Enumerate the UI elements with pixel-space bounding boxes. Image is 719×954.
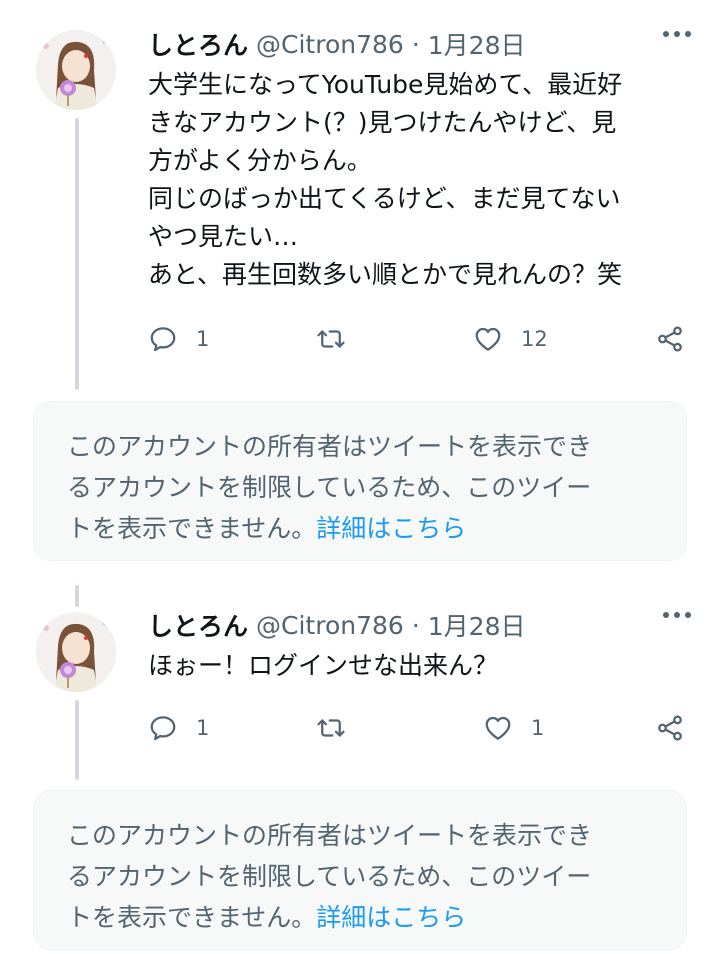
reply-count: 1: [196, 716, 210, 740]
tweet-header: しとろん @Citron786 · 1月28日: [148, 608, 691, 642]
user-handle[interactable]: @Citron786: [256, 611, 404, 640]
tweet-actions: 1 1: [148, 708, 688, 748]
retweet-button[interactable]: [316, 324, 364, 354]
reply-count: 1: [196, 327, 210, 351]
reply-icon: [150, 716, 176, 741]
like-count: 1: [531, 716, 545, 740]
tweet-date[interactable]: 1月28日: [428, 607, 526, 643]
display-name[interactable]: しとろん: [148, 26, 248, 62]
learn-more-link[interactable]: 詳細はこちら: [316, 514, 466, 543]
retweet-button[interactable]: [316, 713, 364, 743]
restricted-tweet-notice: このアカウントの所有者はツイートを表示でき るアカウントを制限しているため、この…: [33, 401, 687, 561]
display-name[interactable]: しとろん: [148, 607, 248, 643]
like-icon: [475, 327, 501, 351]
tweet-header: しとろん @Citron786 · 1月28日: [148, 27, 691, 61]
share-button[interactable]: [655, 324, 685, 354]
thread-line: [75, 118, 79, 390]
reply-button[interactable]: 1: [148, 713, 209, 743]
more-icon[interactable]: [663, 612, 691, 618]
like-icon: [485, 716, 511, 740]
retweet-icon: [317, 719, 345, 737]
share-button[interactable]: [655, 713, 685, 743]
like-count: 12: [521, 327, 548, 351]
share-icon: [658, 715, 682, 741]
more-icon[interactable]: [663, 31, 691, 37]
user-handle[interactable]: @Citron786: [256, 30, 404, 59]
tweet-actions: 1 12: [148, 319, 688, 359]
thread-line: [75, 700, 79, 780]
reply-button[interactable]: 1: [148, 324, 209, 354]
separator-dot: ·: [411, 29, 420, 59]
avatar[interactable]: [36, 30, 116, 110]
retweet-icon: [317, 330, 345, 348]
like-button[interactable]: 12: [473, 324, 548, 354]
tweet-text: 大学生になってYouTube見始めて、最近好 きなアカウント(？)見つけたんやけ…: [148, 70, 623, 289]
reply-icon: [150, 327, 176, 352]
share-icon: [658, 326, 682, 352]
separator-dot: ·: [411, 610, 420, 640]
like-button[interactable]: 1: [483, 713, 544, 743]
avatar[interactable]: [36, 612, 116, 692]
thread-line: [75, 585, 79, 607]
tweet-text: ほぉー！ログインせな出来ん？: [148, 651, 499, 680]
tweet-date[interactable]: 1月28日: [428, 26, 526, 62]
learn-more-link[interactable]: 詳細はこちら: [316, 903, 466, 932]
restricted-tweet-notice: このアカウントの所有者はツイートを表示でき るアカウントを制限しているため、この…: [33, 790, 687, 950]
